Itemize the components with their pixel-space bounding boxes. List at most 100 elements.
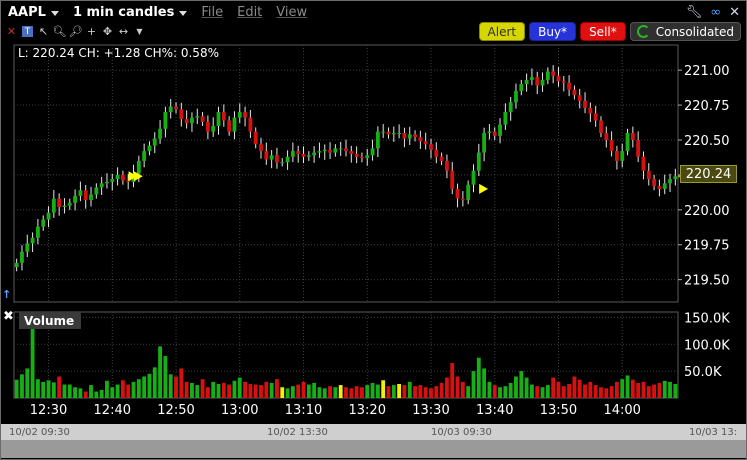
candle-body [168,106,173,113]
volume-bar [551,377,556,398]
volume-bar [312,382,317,398]
candle-body [514,91,518,103]
candle-body [67,202,72,206]
candle-body [466,184,471,201]
volume-bar [232,380,237,398]
candle-body [636,139,641,157]
volume-bar [25,368,30,398]
volume-bar [237,377,242,398]
candle-body [221,112,226,121]
candle-body [349,151,354,154]
candle-body [641,156,646,171]
candle-body [174,106,178,110]
volume-bar [349,388,354,398]
volume-bar [131,381,136,398]
volume-bar [136,379,141,398]
volume-bar [652,384,657,398]
candle-body [375,131,380,149]
candle-body [338,148,343,150]
candle-body [609,139,614,152]
candle-body [445,160,449,171]
price-tick-label: 220.50 [684,134,730,149]
candle-body [30,237,35,244]
volume-bar [51,382,56,398]
candle-body [391,132,396,135]
volume-bar [344,387,348,398]
candle-body [418,137,423,142]
date-navigator[interactable]: 10/02 09:30 10/02 13:30 10/03 09:30 10/0… [1,424,746,440]
candle-body [296,151,301,154]
volume-bar [20,374,24,398]
price-tick-label: 220.75 [684,99,730,114]
candle-body [556,75,561,82]
volume-bar [168,374,173,398]
candle-body [41,219,46,227]
volume-bar [105,380,109,398]
volume-bar [535,386,540,398]
candle-body [620,151,625,161]
candle-body [269,155,274,160]
candle-body [120,174,125,181]
candlestick-chart[interactable]: 221.00220.75220.50220.25220.00219.75219.… [0,0,747,460]
volume-bar [439,382,444,398]
date-label: 10/02 09:30 [9,427,70,438]
candle-body [604,132,609,140]
volume-bar [583,384,587,398]
volume-bar [466,386,471,398]
volume-bar [476,357,481,398]
candle-body [561,81,566,83]
candle-body [540,79,545,86]
candle-body [25,243,30,252]
horizontal-scrollbar[interactable] [1,440,746,458]
candle-body [646,170,651,180]
candle-body [530,77,534,80]
volume-bar [158,346,162,398]
volume-bar [561,386,566,398]
candle-body [625,132,630,152]
volume-bar [407,381,412,398]
time-tick-label: 13:40 [476,403,513,418]
candle-body [46,212,51,220]
volume-bar [243,381,247,398]
volume-bar [593,385,598,398]
volume-bar [577,379,582,398]
expand-icon[interactable]: ↑ [2,288,11,301]
volume-bar [413,386,417,398]
volume-bar [301,381,306,398]
volume-bar [567,384,572,398]
volume-bar [115,384,120,398]
candle-body [35,226,40,238]
volume-bar [540,387,545,398]
price-tick-label: 219.50 [684,274,730,289]
last-price-badge: 220.24 [680,165,737,183]
candle-body [259,144,263,152]
candle-body [147,145,152,152]
volume-bar [280,387,285,398]
volume-bar [89,385,93,398]
candle-body [577,95,582,101]
date-label: 10/03 13: [689,427,738,438]
candle-body [158,128,162,139]
candle-body [301,153,306,157]
trade-marker [479,183,489,194]
candle-body [328,149,332,153]
candle-body [471,170,476,185]
candle-body [306,155,311,157]
candle-body [14,262,19,268]
volume-bar [354,386,359,398]
volume-bar [296,384,301,398]
candle-body [232,117,237,132]
volume-bar [184,381,189,398]
close-volume-icon[interactable]: ✖ [3,309,14,324]
candle-body [668,179,672,184]
candle-body [652,179,657,187]
volume-tick-label: 100.0K [684,338,730,353]
candle-body [492,131,497,136]
volume-bar [333,387,338,398]
volume-bar [381,380,386,398]
candle-body [519,84,524,92]
time-tick-label: 12:50 [157,403,194,418]
candle-body [360,156,364,159]
volume-bar [556,381,561,398]
volume-label: Volume [19,312,81,329]
